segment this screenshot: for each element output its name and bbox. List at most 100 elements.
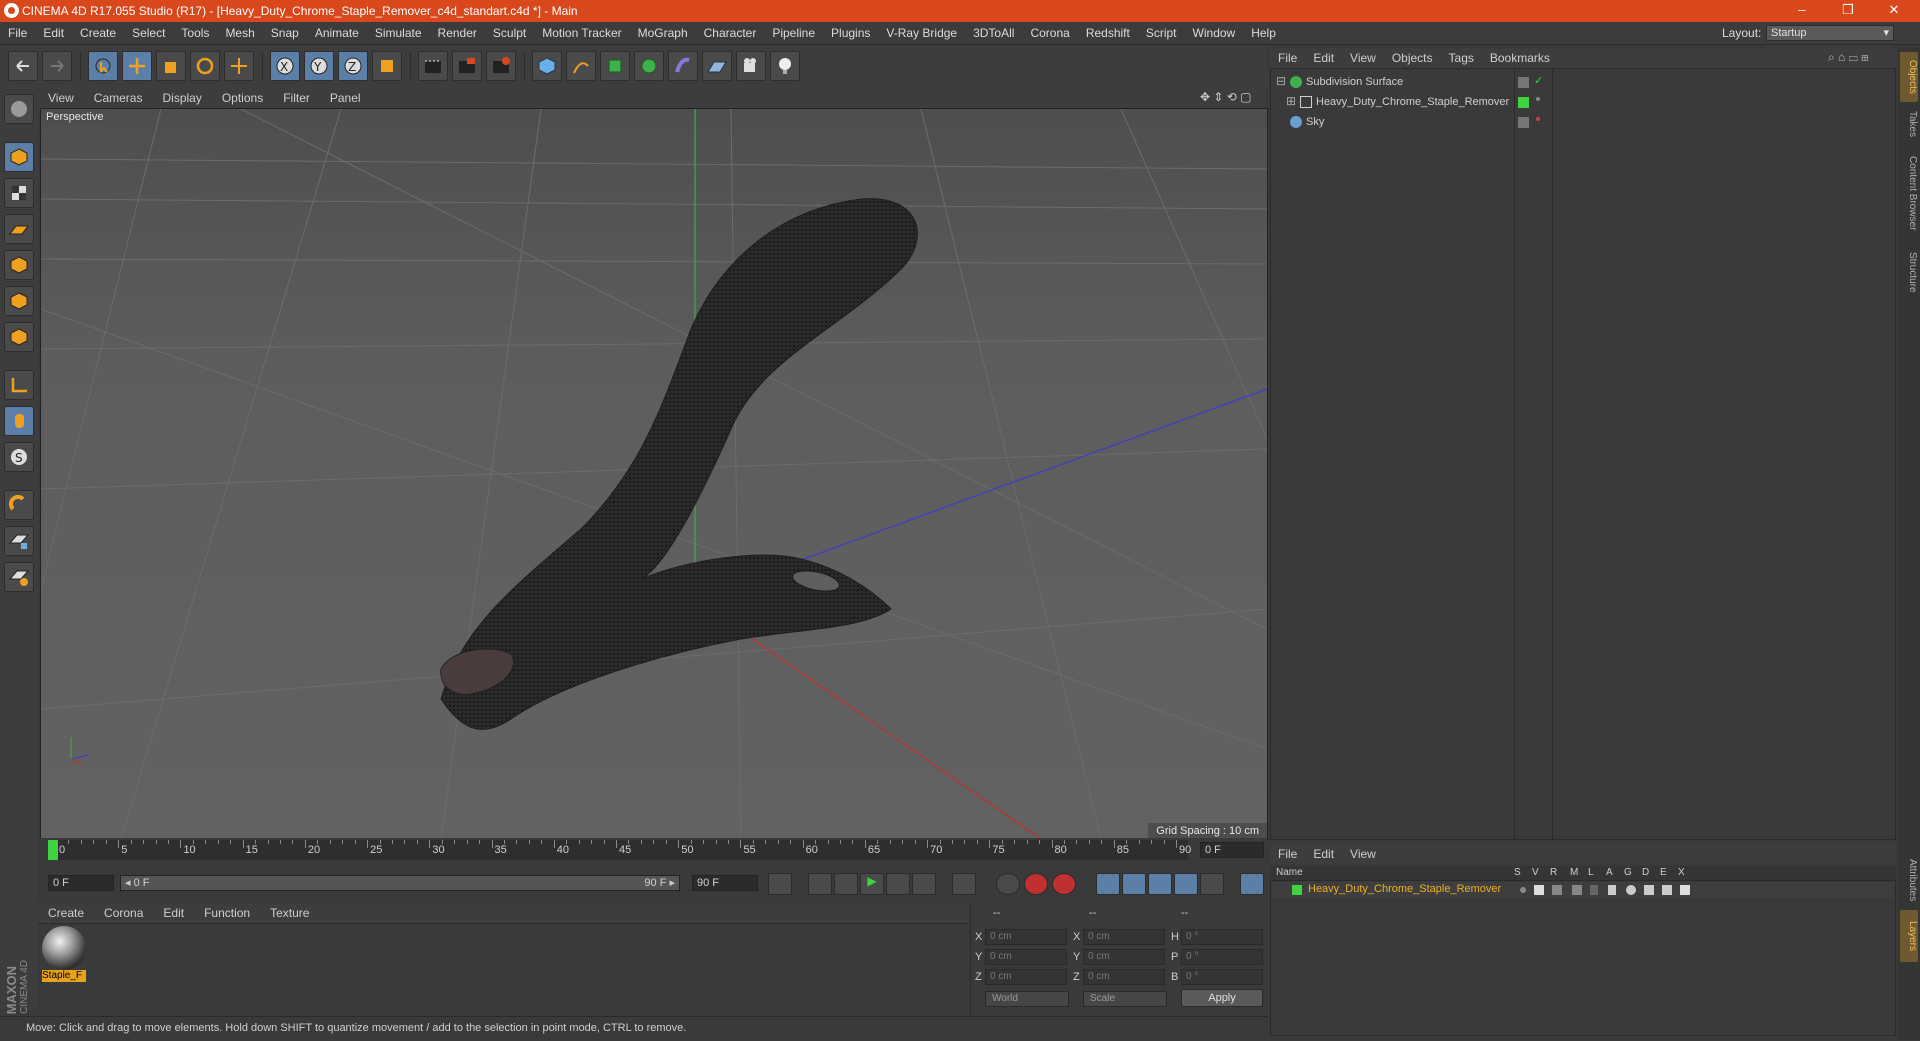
object-manager[interactable] bbox=[1270, 68, 1896, 840]
menu-edit[interactable]: Edit bbox=[35, 22, 72, 40]
xref-toggle-icon[interactable] bbox=[1680, 885, 1690, 895]
menu-create[interactable]: Create bbox=[72, 22, 124, 40]
animation-toggle-icon[interactable] bbox=[1608, 885, 1616, 895]
menu-character[interactable]: Character bbox=[696, 22, 765, 40]
menu-animate[interactable]: Animate bbox=[307, 22, 367, 40]
z-axis-button[interactable]: Z bbox=[338, 51, 368, 81]
subdivision-surface-button[interactable] bbox=[600, 51, 630, 81]
record-keys-button[interactable] bbox=[996, 873, 1020, 895]
world-select[interactable]: World bbox=[985, 991, 1069, 1007]
material-name[interactable]: Staple_F bbox=[42, 970, 86, 982]
menu-mesh[interactable]: Mesh bbox=[217, 22, 262, 40]
material-thumbnail[interactable] bbox=[42, 926, 86, 970]
planar-workplane-button[interactable] bbox=[4, 562, 34, 592]
frame-range-slider[interactable]: ◂ 0 F 90 F ▸ bbox=[120, 875, 680, 891]
key-parameter-button[interactable] bbox=[1174, 873, 1198, 895]
position-z-field[interactable]: 0 cm bbox=[985, 969, 1067, 985]
tab-structure[interactable]: Structure bbox=[1900, 240, 1918, 304]
menu-tools[interactable]: Tools bbox=[173, 22, 217, 40]
pen-spline-button[interactable] bbox=[566, 51, 596, 81]
undo-button[interactable] bbox=[8, 51, 38, 81]
layer-row[interactable]: Heavy_Duty_Chrome_Staple_Remover bbox=[1272, 882, 1894, 898]
lock-icon[interactable] bbox=[1590, 885, 1598, 895]
visibility-toggle[interactable] bbox=[1518, 117, 1529, 128]
tweak-mode-button[interactable] bbox=[4, 406, 34, 436]
object-menu-tags[interactable]: Tags bbox=[1441, 48, 1482, 65]
move-tool-button[interactable] bbox=[122, 51, 152, 81]
menu-window[interactable]: Window bbox=[1185, 22, 1244, 40]
y-axis-button[interactable]: Y bbox=[304, 51, 334, 81]
expressions-toggle-icon[interactable] bbox=[1662, 885, 1672, 895]
close-button[interactable]: ✕ bbox=[1874, 2, 1914, 20]
material-manager[interactable] bbox=[38, 923, 968, 1016]
menu-corona[interactable]: Corona bbox=[1022, 22, 1077, 40]
viewport-menu-options[interactable]: Options bbox=[212, 88, 273, 105]
layer-color-swatch[interactable] bbox=[1518, 97, 1529, 108]
layer-name[interactable]: Heavy_Duty_Chrome_Staple_Remover bbox=[1308, 883, 1501, 895]
viewport-menu-view[interactable]: View bbox=[38, 88, 84, 105]
timeline-menu-button[interactable] bbox=[1240, 873, 1264, 895]
rotation-b-field[interactable]: 0 ° bbox=[1181, 969, 1263, 985]
tab-content-browser[interactable]: Content Browser bbox=[1900, 144, 1918, 242]
maximize-button[interactable]: ❐ bbox=[1828, 2, 1868, 20]
viewport-menu-panel[interactable]: Panel bbox=[320, 88, 371, 105]
menu-pipeline[interactable]: Pipeline bbox=[764, 22, 823, 40]
playhead[interactable] bbox=[48, 840, 58, 860]
menu-sculpt[interactable]: Sculpt bbox=[485, 22, 534, 40]
apply-button[interactable]: Apply bbox=[1181, 989, 1263, 1007]
axis-mode-button[interactable] bbox=[4, 370, 34, 400]
material-menu-corona[interactable]: Corona bbox=[94, 903, 153, 920]
model-mode-button[interactable] bbox=[4, 142, 34, 172]
menu-redshift[interactable]: Redshift bbox=[1078, 22, 1138, 40]
scale-tool-button[interactable] bbox=[156, 51, 186, 81]
menu-motion-tracker[interactable]: Motion Tracker bbox=[534, 22, 629, 40]
size-y-field[interactable]: 0 cm bbox=[1083, 949, 1165, 965]
menu-simulate[interactable]: Simulate bbox=[367, 22, 430, 40]
object-row-sky[interactable]: Sky bbox=[1272, 114, 1894, 132]
end-frame-field[interactable]: 90 F bbox=[692, 875, 758, 891]
visibility-dot[interactable] bbox=[1536, 97, 1540, 101]
menu-render[interactable]: Render bbox=[430, 22, 485, 40]
rotate-tool-button[interactable] bbox=[190, 51, 220, 81]
array-button[interactable] bbox=[634, 51, 664, 81]
deformer-button[interactable] bbox=[668, 51, 698, 81]
view-toggle-icon[interactable] bbox=[1534, 885, 1544, 895]
key-pla-button[interactable] bbox=[1200, 873, 1224, 895]
menu-v-ray-bridge[interactable]: V-Ray Bridge bbox=[878, 22, 965, 40]
polygons-mode-button[interactable] bbox=[4, 322, 34, 352]
material-menu-function[interactable]: Function bbox=[194, 903, 260, 920]
layout-select[interactable]: Startup ▾ bbox=[1766, 25, 1894, 41]
menu-snap[interactable]: Snap bbox=[263, 22, 307, 40]
position-x-field[interactable]: 0 cm bbox=[985, 929, 1067, 945]
viewport-menu-filter[interactable]: Filter bbox=[273, 88, 320, 105]
prev-frame-button[interactable] bbox=[834, 873, 858, 895]
light-button[interactable] bbox=[770, 51, 800, 81]
x-axis-button[interactable]: X bbox=[270, 51, 300, 81]
prev-key-button[interactable] bbox=[808, 873, 832, 895]
rotation-h-field[interactable]: 0 ° bbox=[1181, 929, 1263, 945]
layer-menu-view[interactable]: View bbox=[1342, 844, 1384, 861]
menu-script[interactable]: Script bbox=[1138, 22, 1185, 40]
texture-mode-button[interactable] bbox=[4, 178, 34, 208]
menu-file[interactable]: File bbox=[0, 22, 35, 40]
menu-3dtoall[interactable]: 3DToAll bbox=[965, 22, 1022, 40]
viewport-menu-display[interactable]: Display bbox=[152, 88, 211, 105]
viewport-nav-icons[interactable]: ✥ ⇕ ⟲ ▢ bbox=[1200, 90, 1264, 106]
menu-plugins[interactable]: Plugins bbox=[823, 22, 878, 40]
viewport-3d[interactable]: Grid Spacing : 10 cm bbox=[40, 108, 1268, 840]
next-key-button[interactable] bbox=[912, 873, 936, 895]
material-menu-create[interactable]: Create bbox=[38, 903, 94, 920]
current-frame-field[interactable]: 0 F bbox=[1200, 842, 1264, 858]
size-z-field[interactable]: 0 cm bbox=[1083, 969, 1165, 985]
rotation-p-field[interactable]: 0 ° bbox=[1181, 949, 1263, 965]
layer-menu-edit[interactable]: Edit bbox=[1305, 844, 1342, 861]
layer-color-swatch[interactable] bbox=[1292, 885, 1302, 895]
manager-toggle-icon[interactable] bbox=[1572, 885, 1582, 895]
render-toggle-icon[interactable] bbox=[1552, 885, 1562, 895]
goto-end-button[interactable] bbox=[952, 873, 976, 895]
redo-button[interactable] bbox=[42, 51, 72, 81]
deformers-toggle-icon[interactable] bbox=[1644, 885, 1654, 895]
next-frame-button[interactable] bbox=[886, 873, 910, 895]
key-position-button[interactable] bbox=[1096, 873, 1120, 895]
solo-button[interactable]: S bbox=[4, 442, 34, 472]
